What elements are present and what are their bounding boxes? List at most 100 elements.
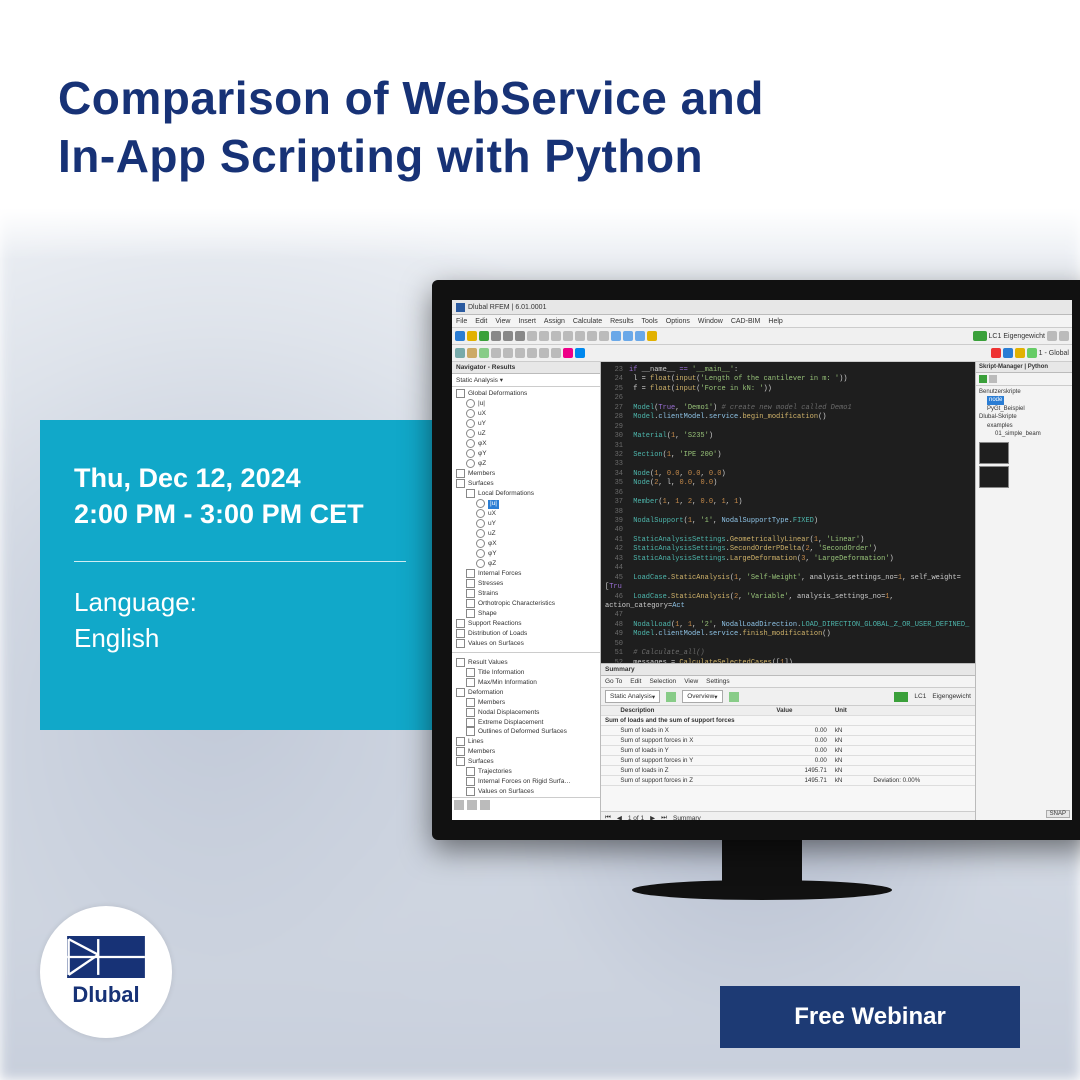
print-icon[interactable] [515, 331, 525, 341]
tree-item[interactable]: Members [454, 469, 598, 479]
code-line[interactable]: 38 [605, 508, 975, 517]
code-line[interactable]: 31 [605, 442, 975, 451]
tool-icon[interactable] [467, 331, 477, 341]
radio-icon[interactable] [466, 419, 475, 428]
radio-icon[interactable] [466, 449, 475, 458]
code-line[interactable]: 29 [605, 423, 975, 432]
checkbox-icon[interactable] [466, 599, 475, 608]
tree-item[interactable]: Surfaces [454, 757, 598, 767]
script-tree-item[interactable]: node [979, 396, 1069, 404]
tool-icon[interactable] [575, 348, 585, 358]
script-tree[interactable]: BenutzerskriptenodePyGt_BeispielDlubal-S… [976, 386, 1072, 440]
summary-table[interactable]: DescriptionValueUnit Sum of loads and th… [601, 706, 975, 811]
script-toolbar[interactable] [976, 373, 1072, 386]
code-line[interactable]: 25 f = float(input('Force in kN: ')) [605, 385, 975, 394]
tree-item[interactable]: uZ [454, 529, 598, 539]
tree-item[interactable]: Distribution of Loads [454, 629, 598, 639]
flag-icon[interactable] [480, 800, 490, 810]
summary-panel[interactable]: Summary Go ToEditSelectionViewSettings S… [601, 663, 975, 820]
script-manager-panel[interactable]: Skript-Manager | Python Benutzerskripten… [975, 362, 1072, 820]
prev-page-icon[interactable]: ◀ [617, 814, 622, 820]
tree-item[interactable]: Lines [454, 737, 598, 747]
tree-item[interactable]: Title Information [454, 668, 598, 678]
checkbox-icon[interactable] [466, 718, 475, 727]
menu-assign[interactable]: Assign [544, 318, 565, 325]
checkbox-icon[interactable] [466, 589, 475, 598]
tree-item[interactable]: uZ [454, 429, 598, 439]
table-row[interactable]: Sum of support forces in Z1495.71kNDevia… [601, 776, 975, 786]
checkbox-icon[interactable] [466, 727, 475, 736]
code-line[interactable]: 47 [605, 611, 975, 620]
tool-icon[interactable] [515, 348, 525, 358]
summary-select-analysis[interactable]: Static Analysis ▾ [605, 690, 660, 703]
tool-icon[interactable] [587, 331, 597, 341]
tool-icon[interactable] [563, 348, 573, 358]
code-line[interactable]: 33 [605, 460, 975, 469]
tree-item[interactable]: Surfaces [454, 479, 598, 489]
summary-menu-go-to[interactable]: Go To [605, 678, 622, 685]
code-line[interactable]: 27 Model(True, 'Demo1') # create new mod… [605, 404, 975, 413]
checkbox-icon[interactable] [466, 569, 475, 578]
summary-footer[interactable]: ⏮ ◀ 1 of 1 ▶ ⏭ Summary [601, 811, 975, 820]
arrow-left-icon[interactable] [1047, 331, 1057, 341]
checkbox-icon[interactable] [466, 489, 475, 498]
code-line[interactable]: 40 [605, 526, 975, 535]
radio-icon[interactable] [476, 519, 485, 528]
table-row[interactable]: Sum of loads in X0.00kN [601, 726, 975, 736]
checkbox-icon[interactable] [456, 757, 465, 766]
tree-item[interactable]: Shape [454, 609, 598, 619]
code-line[interactable]: 49 Model.clientModel.service.finish_modi… [605, 630, 975, 639]
code-line[interactable]: 42 StaticAnalysisSettings.SecondOrderPDe… [605, 545, 975, 554]
code-line[interactable]: 44 [605, 564, 975, 573]
tree-item[interactable]: Max/Min Information [454, 678, 598, 688]
eye-icon[interactable] [467, 800, 477, 810]
tool-icon[interactable] [467, 348, 477, 358]
tree-item[interactable]: Outlines of Deformed Surfaces [454, 727, 598, 737]
menu-window[interactable]: Window [698, 318, 723, 325]
tree-item[interactable]: φX [454, 539, 598, 549]
checkbox-icon[interactable] [456, 479, 465, 488]
tool-icon[interactable] [527, 348, 537, 358]
summary-menu-view[interactable]: View [684, 678, 698, 685]
toolbar-2[interactable]: 1 - Global [452, 345, 1072, 362]
table-row[interactable]: Sum of support forces in X0.00kN [601, 736, 975, 746]
tree-item[interactable]: Members [454, 747, 598, 757]
tree-item[interactable]: Trajectories [454, 767, 598, 777]
camera-icon[interactable] [454, 800, 464, 810]
tree-item[interactable]: Nodal Displacements [454, 708, 598, 718]
summary-menu-edit[interactable]: Edit [630, 678, 641, 685]
nav-bottom-icons[interactable] [452, 797, 600, 812]
script-tree-item[interactable]: Benutzerskripte [979, 388, 1069, 396]
toolbar-1[interactable]: LC1 Eigengewicht [452, 328, 1072, 345]
code-line[interactable]: 51 # Calculate_all() [605, 649, 975, 658]
menu-insert[interactable]: Insert [518, 318, 536, 325]
arrow-right-icon[interactable] [1059, 331, 1069, 341]
navigator-dropdown[interactable]: Static Analysis ▾ [452, 374, 600, 387]
tool-icon[interactable] [599, 331, 609, 341]
tree-item[interactable]: φX [454, 439, 598, 449]
navigator-panel[interactable]: Navigator - Results Static Analysis ▾ Gl… [452, 362, 601, 820]
script-tree-item[interactable]: 01_simple_beam [979, 430, 1069, 438]
tree-item[interactable]: Extreme Displacement [454, 718, 598, 728]
tree-item[interactable]: Internal Forces [454, 569, 598, 579]
tree-item[interactable]: φZ [454, 559, 598, 569]
tool-icon[interactable] [479, 348, 489, 358]
save-icon[interactable] [503, 331, 513, 341]
code-line[interactable]: 26 [605, 394, 975, 403]
tree-item[interactable]: φY [454, 449, 598, 459]
checkbox-icon[interactable] [456, 469, 465, 478]
tree-item[interactable]: |u| [454, 399, 598, 409]
tree-item[interactable]: Values on Surfaces [454, 787, 598, 797]
tree-item[interactable]: Stresses [454, 579, 598, 589]
code-line[interactable]: 24 l = float(input('Length of the cantil… [605, 375, 975, 384]
code-line[interactable]: 35 Node(2, l, 0.0, 0.0) [605, 479, 975, 488]
menu-file[interactable]: File [456, 318, 467, 325]
radio-icon[interactable] [466, 409, 475, 418]
summary-menu-selection[interactable]: Selection [649, 678, 676, 685]
tool-icon[interactable] [479, 331, 489, 341]
tool-icon[interactable] [1015, 348, 1025, 358]
menu-cad-bim[interactable]: CAD-BIM [731, 318, 761, 325]
script-tree-item[interactable]: PyGt_Beispiel [979, 405, 1069, 413]
script-tree-item[interactable]: examples [979, 422, 1069, 430]
tool-icon[interactable] [491, 331, 501, 341]
